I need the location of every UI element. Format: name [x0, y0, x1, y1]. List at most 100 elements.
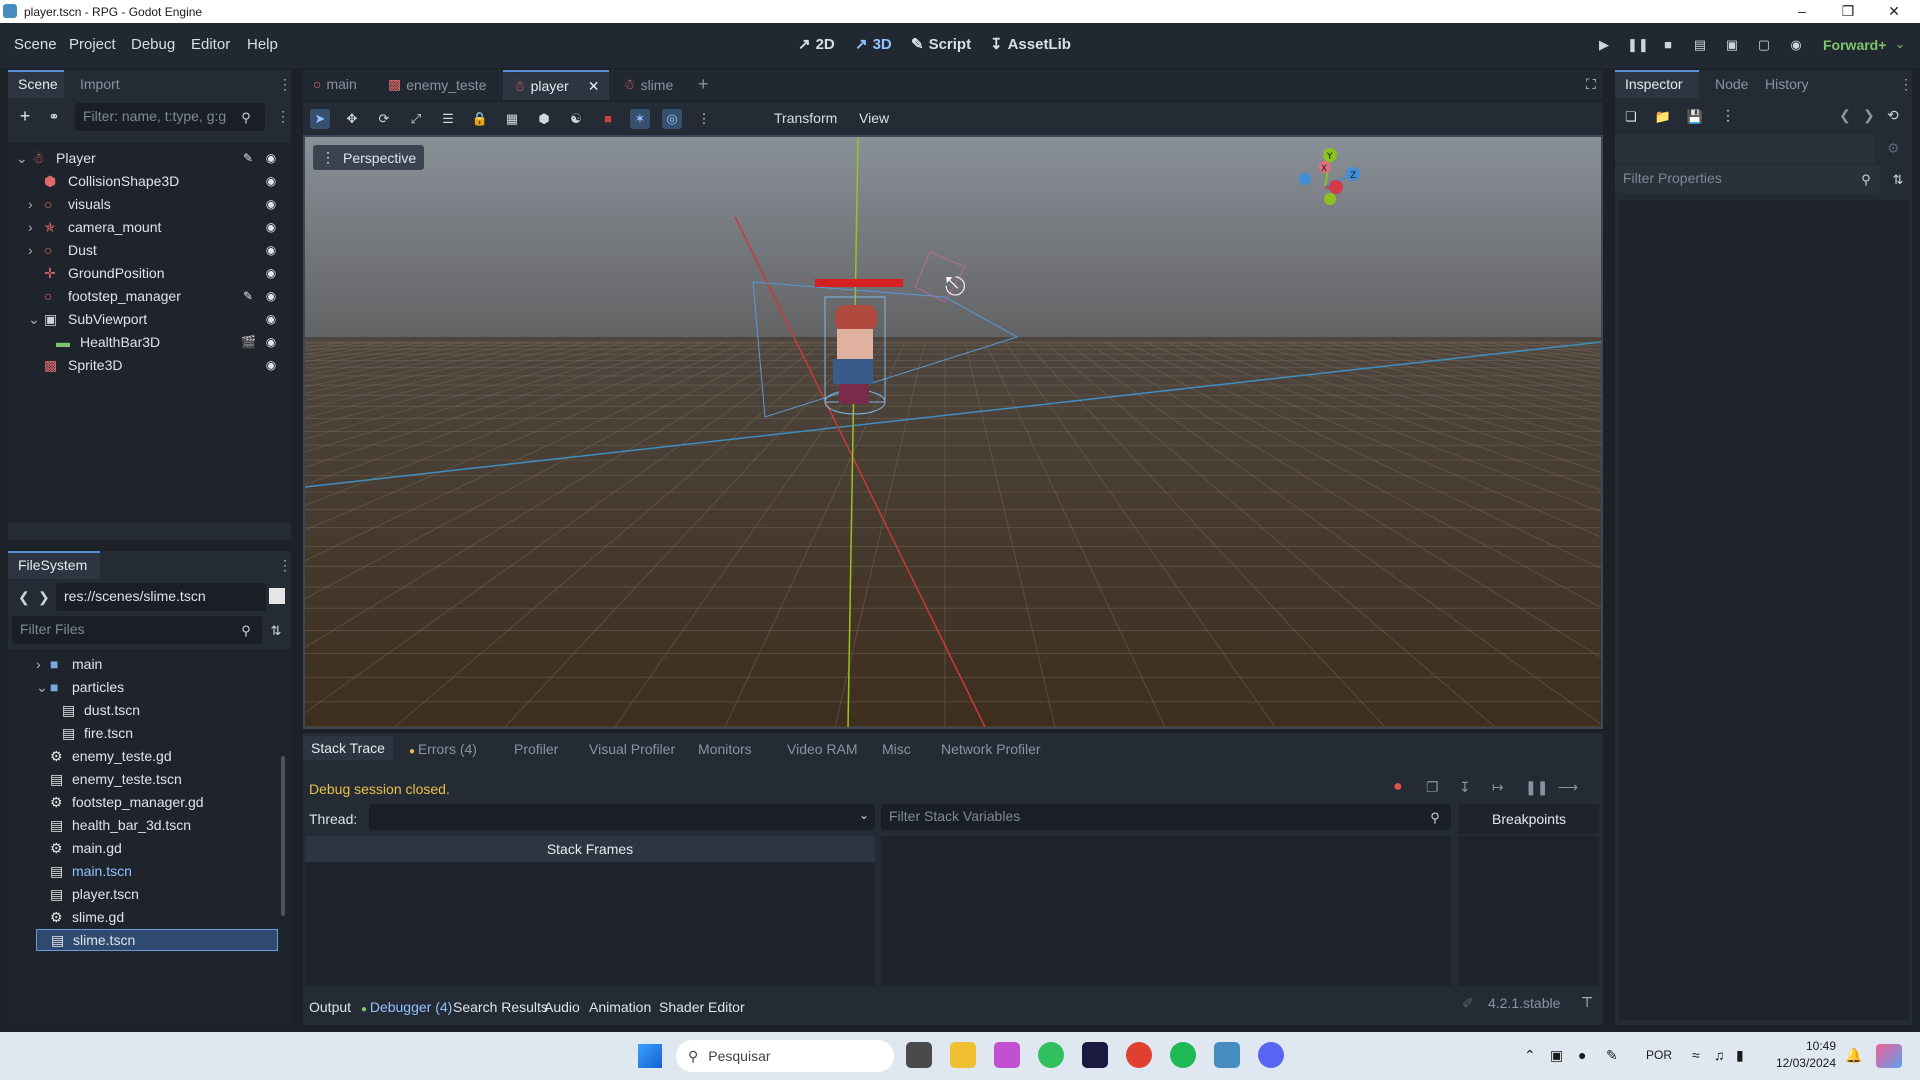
renderer-selector[interactable]: Forward+ — [1823, 37, 1886, 53]
file-item-main[interactable]: › ■ main — [36, 653, 102, 675]
filter-properties-input[interactable]: Filter Properties — [1615, 165, 1880, 193]
stack-variables-filter[interactable]: Filter Stack Variables — [881, 804, 1451, 830]
scene-node-groundposition[interactable]: ✛ GroundPosition — [28, 262, 165, 284]
kebab-menu-icon[interactable]: ⋮ — [278, 557, 292, 574]
task-view-icon[interactable] — [906, 1042, 932, 1068]
battery-icon[interactable]: ▮ — [1736, 1047, 1744, 1064]
scene-node-collisionshape3d[interactable]: ⬢ CollisionShape3D — [28, 170, 179, 192]
back-arrow-icon[interactable]: ❮ — [1839, 107, 1851, 124]
menu-help[interactable]: Help — [247, 36, 278, 53]
workspace-3d-button[interactable]: ↗ 3D — [855, 35, 892, 54]
break-icon[interactable]: ❚❚ — [1525, 779, 1548, 796]
add-tab-icon[interactable]: + — [698, 74, 709, 95]
record-icon[interactable]: ● — [1393, 778, 1403, 796]
visibility-eye-icon[interactable]: ◉ — [264, 266, 278, 280]
file-item-slime-tscn[interactable]: ▤ slime.tscn — [36, 929, 278, 951]
save-icon[interactable]: 💾 — [1687, 108, 1703, 124]
kebab-menu-icon[interactable]: ⋮ — [694, 109, 714, 129]
expand-arrow-icon[interactable]: › — [28, 196, 40, 212]
debugger-tab-network-profiler[interactable]: Network Profiler — [941, 741, 1041, 757]
back-arrow-icon[interactable]: ❮ — [18, 589, 30, 606]
scene-node-camera-mount[interactable]: › ✯ camera_mount — [28, 216, 161, 238]
windows-start-icon[interactable] — [638, 1044, 662, 1068]
visibility-eye-icon[interactable]: ◉ — [264, 197, 278, 211]
kebab-menu-icon[interactable]: ⋮ — [276, 108, 290, 125]
language-indicator[interactable]: POR — [1646, 1048, 1672, 1062]
godot-taskbar-icon[interactable] — [1214, 1042, 1240, 1068]
file-item-fire-tscn[interactable]: ▤ fire.tscn — [48, 722, 133, 744]
widgets-icon[interactable] — [1876, 1044, 1902, 1068]
tab-inspector[interactable]: Inspector — [1615, 70, 1699, 98]
filesystem-scrollbar[interactable] — [281, 756, 285, 916]
continue-icon[interactable]: ⟶ — [1558, 779, 1578, 796]
file-item-enemy-teste-gd[interactable]: ⚙ enemy_teste.gd — [36, 745, 172, 767]
bone-icon[interactable]: ☯ — [566, 109, 586, 129]
pen-icon[interactable]: ✎ — [1606, 1047, 1618, 1064]
filesystem-filter-input[interactable]: Filter Files — [12, 616, 262, 644]
3d-viewport[interactable]: ⎋ Y Z X ⋮ Perspective — [303, 135, 1603, 729]
expand-arrow-icon[interactable]: › — [28, 242, 40, 258]
sort-icon[interactable]: ⇅ — [268, 622, 284, 638]
file-item-main-gd[interactable]: ⚙ main.gd — [36, 837, 122, 859]
scene-node-subviewport[interactable]: ⌄ ▣ SubViewport — [28, 308, 147, 330]
stop-icon[interactable]: ■ — [1659, 37, 1677, 55]
whatsapp-icon[interactable] — [1038, 1042, 1064, 1068]
scale-tool-icon[interactable]: ⤢ — [406, 109, 426, 129]
tray-app-icon[interactable]: ● — [1578, 1047, 1586, 1063]
menu-editor[interactable]: Editor — [191, 36, 230, 53]
debugger-tab-monitors[interactable]: Monitors — [698, 741, 752, 757]
file-item-particles[interactable]: ⌄ ■ particles — [36, 676, 124, 698]
scene-node-footstep-manager[interactable]: ○ footstep_manager — [28, 285, 181, 307]
step-into-icon[interactable]: ↧ — [1459, 779, 1471, 796]
tab-scene[interactable]: Scene — [8, 70, 64, 98]
scene-filter-input[interactable]: Filter: name, t:type, g:g — [75, 103, 265, 131]
bottom-tab-debugger-4[interactable]: ● Debugger (4) — [361, 999, 452, 1015]
pin-panel-icon[interactable]: ⊤ — [1581, 994, 1593, 1011]
clock-date[interactable]: 12/03/2024 — [1766, 1056, 1836, 1070]
chevron-up-icon[interactable]: ⌃ — [1524, 1047, 1536, 1064]
close-button[interactable]: ✕ — [1872, 1, 1916, 21]
file-item-footstep-manager-gd[interactable]: ⚙ footstep_manager.gd — [36, 791, 204, 813]
scene-tab-player[interactable]: ☃ player ✕ — [503, 70, 610, 100]
step-over-icon[interactable]: ↦ — [1492, 779, 1504, 796]
debugger-tab-errors-4[interactable]: ● Errors (4) — [409, 741, 477, 757]
file-item-slime-gd[interactable]: ⚙ slime.gd — [36, 906, 124, 928]
instanced-scene-icon[interactable]: 🎬 — [241, 335, 256, 349]
folder-open-icon[interactable]: 📁 — [1655, 108, 1671, 124]
visibility-eye-icon[interactable]: ◉ — [264, 243, 278, 257]
menu-scene[interactable]: Scene — [14, 36, 57, 53]
minimize-button[interactable]: – — [1780, 1, 1824, 21]
bottom-tab-output[interactable]: Output — [309, 999, 351, 1015]
split-mode-icon[interactable] — [269, 588, 285, 604]
new-resource-icon[interactable]: ❏ — [1623, 108, 1639, 124]
sort-icon[interactable]: ⇅ — [1890, 171, 1906, 187]
debugger-tab-video-ram[interactable]: Video RAM — [787, 741, 858, 757]
menu-project[interactable]: Project — [69, 36, 116, 53]
taskbar-search[interactable]: ⚲ Pesquisar — [676, 1040, 894, 1072]
kebab-menu-icon[interactable]: ⋮ — [1721, 107, 1735, 124]
scene-node-player[interactable]: ⌄ ☃ Player — [16, 147, 96, 169]
file-item-enemy-teste-tscn[interactable]: ▤ enemy_teste.tscn — [36, 768, 182, 790]
menu-debug[interactable]: Debug — [131, 36, 175, 53]
remote-debug-icon[interactable]: ▤ — [1691, 37, 1709, 55]
scene-tab-slime[interactable]: ☃ slime — [623, 76, 673, 93]
play-icon[interactable]: ▶ — [1595, 37, 1613, 55]
attached-script-icon[interactable]: ✎ — [241, 151, 255, 165]
visibility-eye-icon[interactable]: ◉ — [264, 220, 278, 234]
expand-arrow-icon[interactable]: › — [28, 219, 40, 235]
debugger-tab-misc[interactable]: Misc — [882, 741, 911, 757]
expand-arrow-icon[interactable]: ⌄ — [16, 150, 28, 167]
tray-app-icon[interactable]: ▣ — [1550, 1047, 1563, 1064]
visibility-eye-icon[interactable]: ◉ — [264, 174, 278, 188]
path-field[interactable]: res://scenes/slime.tscn — [56, 583, 266, 611]
play-custom-scene-icon[interactable]: ▢ — [1755, 37, 1773, 55]
volume-icon[interactable]: ♫ — [1714, 1047, 1725, 1063]
tab-filesystem[interactable]: FileSystem — [8, 551, 100, 579]
figma-icon[interactable] — [994, 1042, 1020, 1068]
workspace-script-button[interactable]: ✎ Script — [911, 35, 971, 54]
forward-arrow-icon[interactable]: ❯ — [1863, 107, 1875, 124]
discord-icon[interactable] — [1258, 1042, 1284, 1068]
maximize-button[interactable]: ❐ — [1826, 1, 1870, 21]
kebab-menu-icon[interactable]: ⋮ — [1899, 76, 1913, 93]
select-tool-icon[interactable]: ➤ — [310, 109, 330, 129]
